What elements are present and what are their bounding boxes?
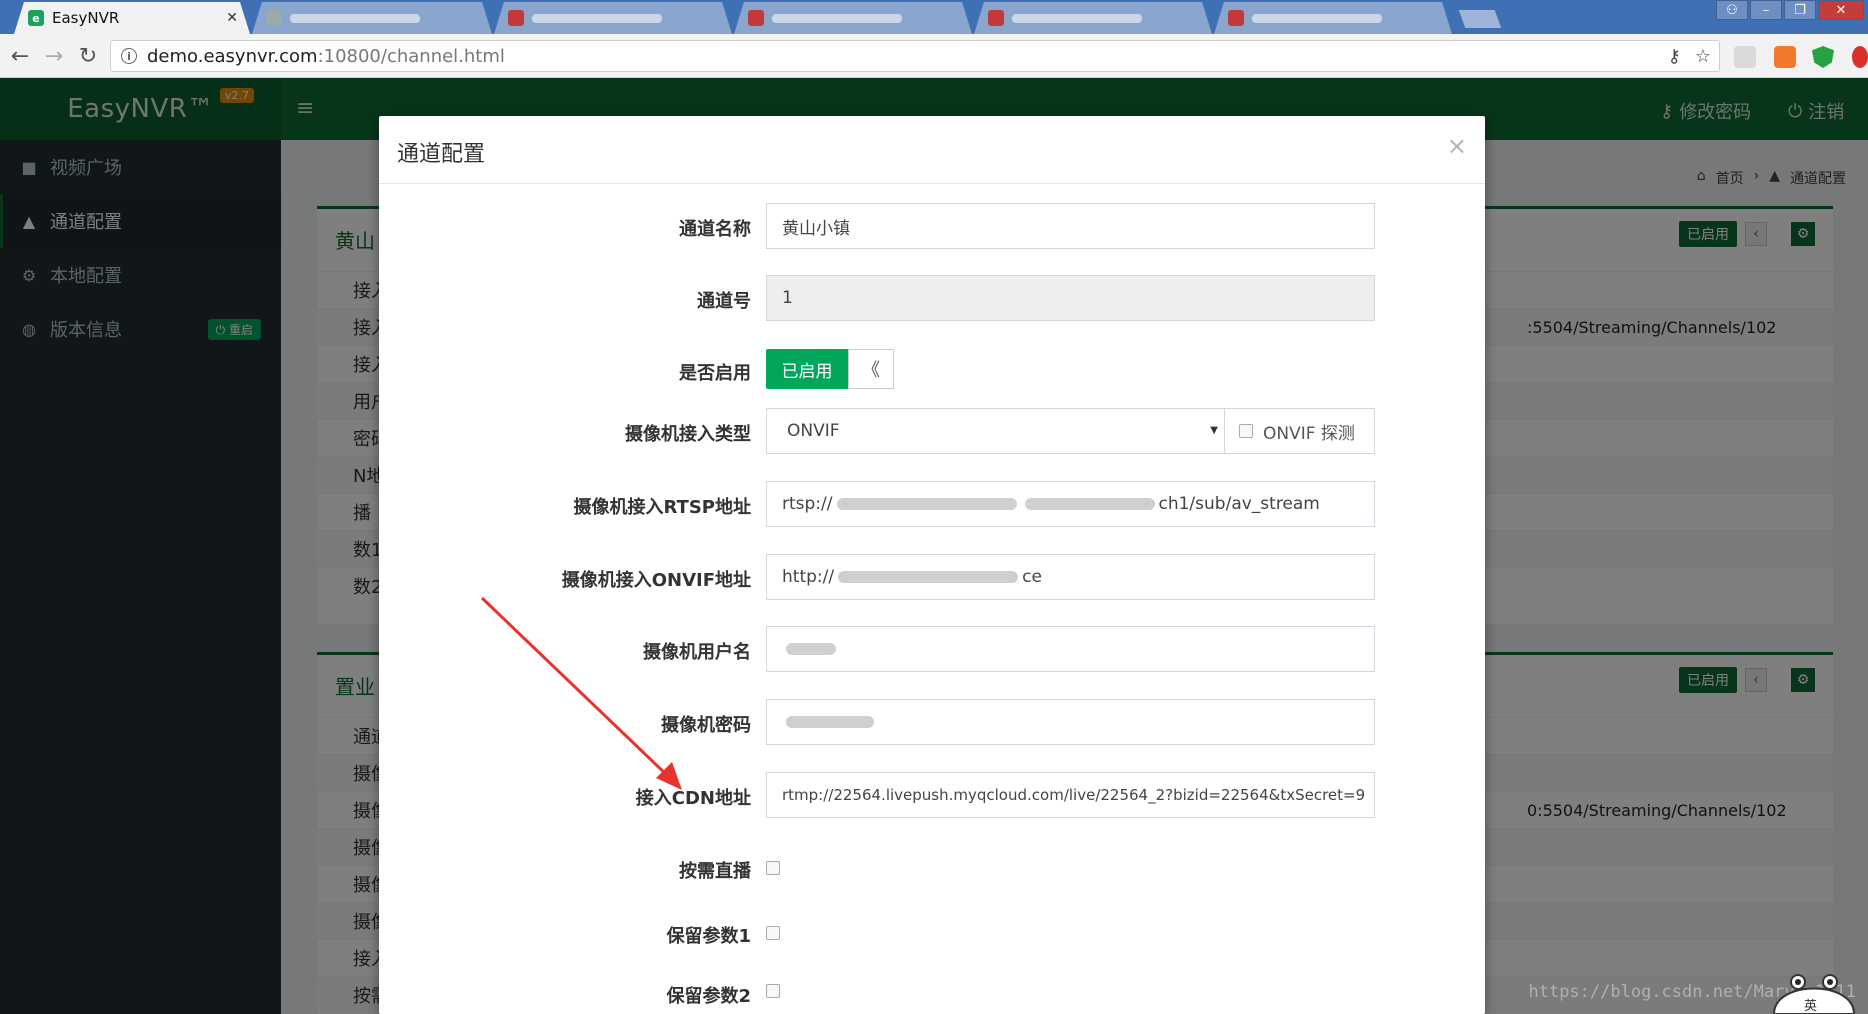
url-field[interactable]: i demo.easynvr.com :10800/channel.html ⚷… (110, 40, 1720, 72)
redacted-text (836, 498, 1017, 510)
cdn-input[interactable]: rtmp://22564.livepush.myqcloud.com/live/… (766, 772, 1375, 818)
rtsp-label: 摄像机接入RTSP地址 (573, 497, 752, 518)
rtsp-row: 摄像机接入RTSP地址 rtsp:// ch1/sub/av_stream (379, 481, 1485, 527)
rtsp-suffix: ch1/sub/av_stream (1158, 494, 1320, 514)
key-icon[interactable]: ⚷ (1668, 46, 1681, 67)
address-bar: ← → ↻ i demo.easynvr.com :10800/channel.… (0, 34, 1868, 78)
browser-tab-active[interactable]: e EasyNVR ✕ (14, 2, 250, 34)
dropdown-caret-icon: ▼ (1210, 425, 1218, 436)
window-controls: ⚇ – ❐ ✕ (1716, 0, 1864, 20)
redacted-text (1024, 498, 1155, 510)
on-demand-label: 按需直播 (679, 861, 751, 882)
modal-header: 通道配置 × (379, 116, 1485, 184)
channel-name-input[interactable]: 黄山小镇 (766, 203, 1375, 249)
enabled-label: 是否启用 (679, 363, 751, 384)
reserve2-label: 保留参数2 (666, 986, 751, 1007)
channel-no-value: 1 (782, 288, 793, 308)
redacted-text (838, 571, 1019, 583)
reload-icon[interactable]: ↻ (74, 42, 102, 70)
reserve2-checkbox[interactable] (766, 984, 780, 998)
browser-tab-2[interactable] (252, 2, 492, 34)
browser-tab-bar: e EasyNVR ✕ ⚇ – ❐ ✕ (0, 0, 1868, 34)
onvif-probe-checkbox[interactable]: ONVIF 探测 (1225, 408, 1375, 454)
ime-mascot-icon[interactable]: 英 (1766, 956, 1862, 1014)
blurred-tab-title (1012, 14, 1142, 23)
redacted-text (786, 643, 836, 655)
cdn-value: rtmp://22564.livepush.myqcloud.com/live/… (782, 786, 1366, 804)
bookmark-star-icon[interactable]: ☆ (1695, 46, 1711, 67)
password-input[interactable] (766, 699, 1375, 745)
ime-indicator: 英 (1804, 999, 1817, 1014)
camera-type-select[interactable]: ONVIF ▼ (766, 408, 1225, 454)
reserve2-row: 保留参数2 (379, 976, 1485, 1014)
onvif-suffix: ce (1022, 567, 1042, 587)
tab-title: EasyNVR (52, 9, 120, 27)
browser-tab-6[interactable] (1214, 2, 1452, 34)
on-demand-row: 按需直播 (379, 845, 1485, 891)
channel-no-label: 通道号 (697, 291, 751, 312)
enabled-off-button[interactable]: 《 (848, 349, 894, 389)
annotation-arrow-icon (480, 596, 682, 790)
url-host: demo.easynvr.com (147, 45, 318, 67)
channel-name-value: 黄山小镇 (782, 218, 850, 239)
channel-no-row: 通道号 1 (379, 275, 1485, 321)
user-profile-icon[interactable]: ⚇ (1716, 0, 1748, 20)
shield-extension-icon[interactable] (1812, 46, 1834, 68)
csdn-favicon-icon (748, 10, 764, 26)
minimize-icon[interactable]: – (1750, 0, 1782, 20)
tab-close-icon[interactable]: ✕ (226, 10, 238, 26)
rtsp-input[interactable]: rtsp:// ch1/sub/av_stream (766, 481, 1375, 527)
blurred-tab-title (290, 14, 420, 23)
modal-close-icon[interactable]: × (1447, 132, 1467, 160)
blurred-tab-title (532, 14, 662, 23)
onvif-input[interactable]: http:// ce (766, 554, 1375, 600)
on-demand-checkbox[interactable] (766, 861, 780, 875)
pdf-extension-icon[interactable] (1734, 46, 1756, 68)
redacted-text (786, 716, 874, 728)
channel-name-row: 通道名称 黄山小镇 (379, 203, 1485, 249)
csdn-favicon-icon (1228, 10, 1244, 26)
onvif-prefix: http:// (782, 567, 835, 587)
onvif-probe-label: ONVIF 探测 (1263, 423, 1355, 444)
site-info-icon[interactable]: i (121, 48, 137, 64)
channel-no-input: 1 (766, 275, 1375, 321)
reserve1-label: 保留参数1 (666, 926, 751, 947)
reserve1-row: 保留参数1 (379, 910, 1485, 956)
rtsp-prefix: rtsp:// (782, 494, 833, 514)
csdn-favicon-icon (988, 10, 1004, 26)
enabled-row: 是否启用 已启用 《 (379, 347, 1485, 393)
browser-tab-4[interactable] (734, 2, 972, 34)
new-tab-button[interactable] (1458, 10, 1502, 28)
extension-orange-icon[interactable] (1774, 46, 1796, 68)
username-input[interactable] (766, 626, 1375, 672)
blurred-tab-title (1252, 14, 1382, 23)
checkbox-icon[interactable] (1239, 424, 1253, 438)
back-arrow-icon[interactable]: ← (6, 42, 34, 70)
camera-type-label: 摄像机接入类型 (625, 424, 751, 445)
page-favicon-icon (266, 10, 282, 26)
channel-name-label: 通道名称 (679, 219, 751, 240)
reserve1-checkbox[interactable] (766, 926, 780, 940)
blurred-tab-title (772, 14, 902, 23)
modal-title: 通道配置 (397, 142, 486, 167)
extension-red-icon[interactable] (1852, 46, 1868, 68)
camera-type-value: ONVIF (787, 421, 840, 441)
browser-tab-3[interactable] (494, 2, 732, 34)
easynvr-favicon-icon: e (28, 10, 44, 26)
csdn-favicon-icon (508, 10, 524, 26)
forward-arrow-icon[interactable]: → (40, 42, 68, 70)
window-close-icon[interactable]: ✕ (1818, 0, 1864, 20)
url-path: :10800/channel.html (317, 45, 505, 67)
camera-type-row: 摄像机接入类型 ONVIF ▼ ONVIF 探测 (379, 408, 1485, 454)
channel-config-modal: 通道配置 × 通道名称 黄山小镇 通道号 1 是否启用 已启用 《 摄像机接入类… (379, 116, 1485, 1014)
onvif-label: 摄像机接入ONVIF地址 (561, 570, 751, 591)
maximize-icon[interactable]: ❐ (1784, 0, 1816, 20)
enabled-on-button[interactable]: 已启用 (766, 349, 848, 389)
browser-tab-5[interactable] (974, 2, 1212, 34)
